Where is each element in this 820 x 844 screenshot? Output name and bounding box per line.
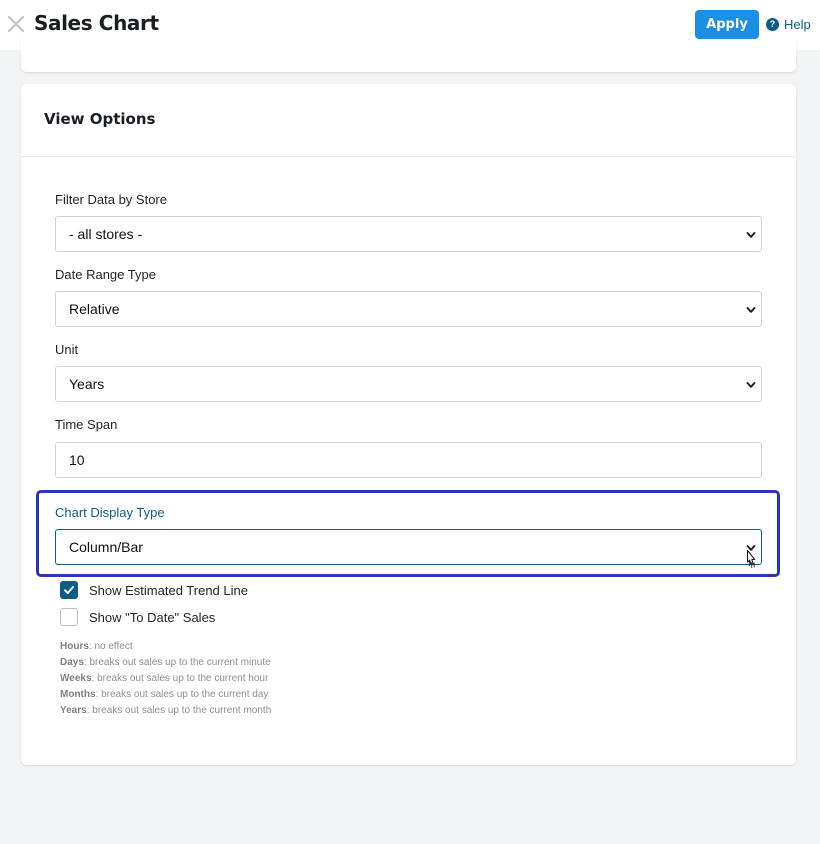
section-divider (21, 156, 796, 157)
store-filter-value: - all stores - (69, 226, 143, 242)
unit-select[interactable]: Years (55, 366, 762, 402)
chart-display-type-value: Column/Bar (69, 539, 143, 555)
unit-notes: Hours: no effect Days: breaks out sales … (60, 639, 271, 719)
to-date-checkbox-label: Show "To Date" Sales (89, 609, 216, 625)
trend-line-checkbox-row[interactable]: Show Estimated Trend Line (60, 581, 248, 599)
chart-display-type-select[interactable]: Column/Bar (55, 529, 762, 565)
trend-line-checkbox-label: Show Estimated Trend Line (89, 582, 248, 598)
chevron-down-icon (746, 382, 756, 388)
store-filter-label: Filter Data by Store (55, 192, 167, 207)
help-label: Help (784, 16, 811, 32)
date-range-type-label: Date Range Type (55, 267, 156, 282)
note-line: Days: breaks out sales up to the current… (60, 657, 271, 668)
unit-label: Unit (55, 342, 79, 357)
section-title: View Options (44, 110, 156, 128)
time-span-value: 10 (69, 452, 85, 468)
to-date-checkbox[interactable] (60, 608, 78, 626)
page-title: Sales Chart (34, 11, 159, 35)
chevron-down-icon (746, 545, 756, 551)
note-line: Weeks: breaks out sales up to the curren… (60, 673, 269, 684)
note-line: Hours: no effect (60, 641, 133, 652)
time-span-label: Time Span (55, 417, 118, 432)
time-span-input[interactable]: 10 (55, 442, 762, 478)
note-line: Months: breaks out sales up to the curre… (60, 689, 269, 700)
to-date-checkbox-row[interactable]: Show "To Date" Sales (60, 608, 215, 626)
chevron-down-icon (746, 307, 756, 313)
view-options-card: View Options Filter Data by Store - all … (21, 84, 796, 765)
trend-line-checkbox[interactable] (60, 581, 78, 599)
checkmark-icon (64, 586, 74, 594)
store-filter-select[interactable]: - all stores - (55, 216, 762, 252)
help-icon: ? (766, 17, 779, 31)
date-range-type-select[interactable]: Relative (55, 291, 762, 327)
apply-button[interactable]: Apply (695, 10, 759, 39)
help-link[interactable]: ? Help (766, 15, 811, 33)
chevron-down-icon (746, 232, 756, 238)
unit-value: Years (69, 376, 105, 392)
note-line: Years: breaks out sales up to the curren… (60, 705, 272, 716)
close-icon[interactable] (6, 14, 26, 34)
chart-display-type-label: Chart Display Type (55, 505, 165, 520)
previous-section-card (21, 40, 796, 72)
date-range-type-value: Relative (69, 301, 120, 317)
